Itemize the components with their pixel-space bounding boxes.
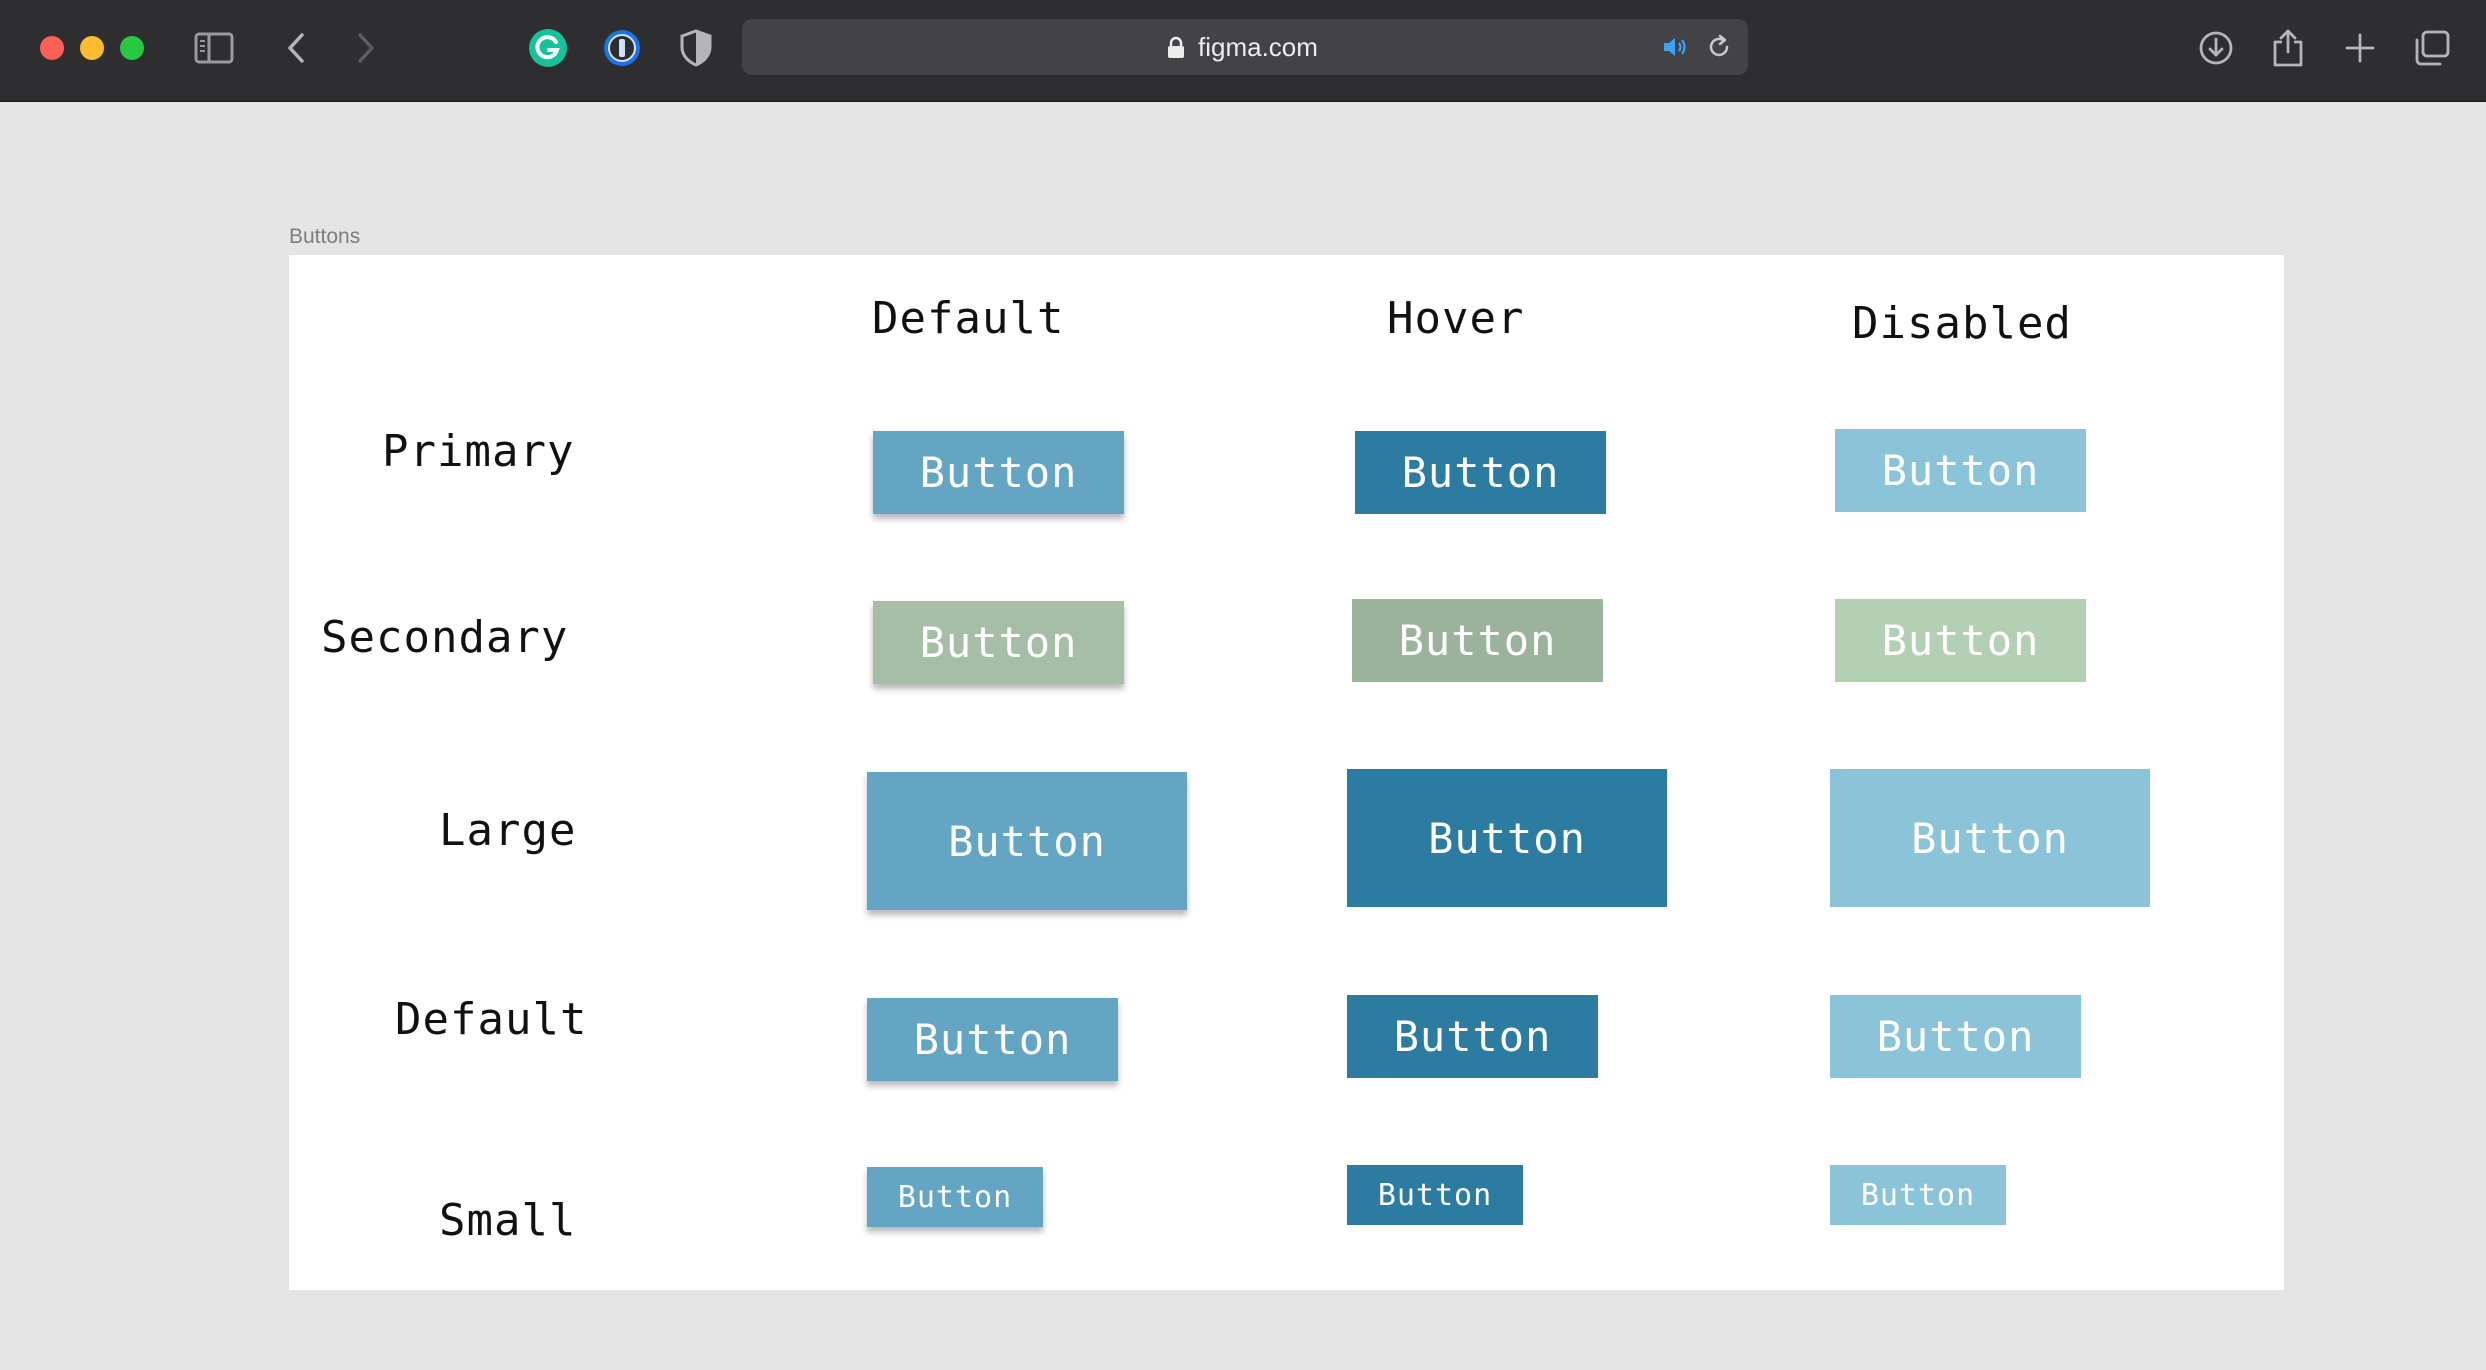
sidebar-icon[interactable] (190, 24, 238, 72)
browser-toolbar: figma.com (0, 0, 2486, 102)
1password-icon[interactable] (598, 24, 646, 72)
secondary-default-button[interactable]: Button (873, 601, 1124, 684)
close-window-button[interactable] (40, 36, 64, 60)
default-hover-button[interactable]: Button (1347, 995, 1598, 1078)
lock-icon (1166, 36, 1186, 65)
shield-icon[interactable] (672, 24, 720, 72)
row-header-secondary: Secondary (321, 612, 569, 663)
speaker-icon[interactable] (1662, 35, 1692, 64)
secondary-disabled-button[interactable]: Button (1835, 599, 2086, 682)
url-text: figma.com (1198, 32, 1318, 62)
buttons-frame: Default Hover Disabled Primary Secondary… (289, 255, 2284, 1290)
primary-hover-button[interactable]: Button (1355, 431, 1606, 514)
default-disabled-button[interactable]: Button (1830, 995, 2081, 1078)
chevron-left-icon[interactable] (272, 24, 320, 72)
column-header-default: Default (872, 293, 1065, 344)
small-hover-button[interactable]: Button (1347, 1165, 1523, 1225)
primary-disabled-button[interactable]: Button (1835, 429, 2086, 512)
small-default-button[interactable]: Button (867, 1167, 1043, 1227)
zoom-window-button[interactable] (120, 36, 144, 60)
plus-icon[interactable] (2336, 24, 2384, 72)
download-icon[interactable] (2192, 24, 2240, 72)
column-header-disabled: Disabled (1852, 298, 2072, 349)
tabs-icon[interactable] (2408, 24, 2456, 72)
small-disabled-button[interactable]: Button (1830, 1165, 2006, 1225)
frame-label[interactable]: Buttons (289, 225, 360, 249)
share-icon[interactable] (2264, 24, 2312, 72)
row-header-large: Large (439, 805, 577, 856)
secondary-hover-button[interactable]: Button (1352, 599, 1603, 682)
chevron-right-icon[interactable] (342, 24, 390, 72)
column-header-hover: Hover (1387, 293, 1525, 344)
grammarly-icon[interactable] (524, 24, 572, 72)
default-default-button[interactable]: Button (867, 998, 1118, 1081)
large-default-button[interactable]: Button (867, 772, 1187, 910)
reload-icon[interactable] (1706, 34, 1732, 65)
row-header-small: Small (439, 1195, 577, 1246)
minimize-window-button[interactable] (80, 36, 104, 60)
address-bar[interactable]: figma.com (742, 19, 1748, 75)
row-header-default: Default (395, 994, 588, 1045)
primary-default-button[interactable]: Button (873, 431, 1124, 514)
row-header-primary: Primary (382, 426, 575, 477)
large-hover-button[interactable]: Button (1347, 769, 1667, 907)
large-disabled-button[interactable]: Button (1830, 769, 2150, 907)
